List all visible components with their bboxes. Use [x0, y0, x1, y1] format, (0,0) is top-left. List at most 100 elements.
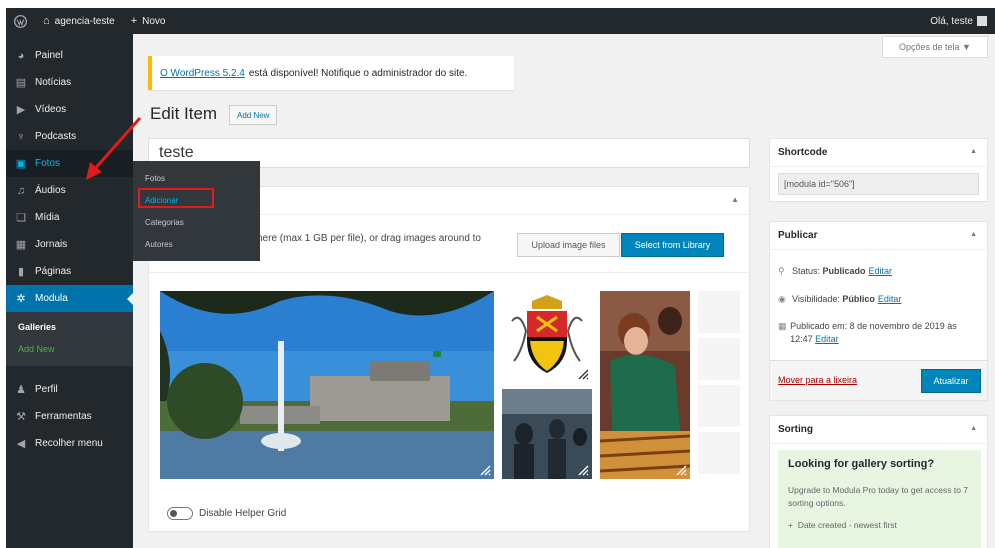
caret-up-icon[interactable]: ▲: [970, 148, 977, 155]
resize-handle-icon[interactable]: [675, 464, 687, 476]
caret-up-icon[interactable]: ▲: [970, 425, 977, 432]
sidebar-item-midia[interactable]: ❏ Mídia: [6, 204, 133, 231]
submenu-add-new[interactable]: Add New: [6, 338, 133, 360]
helper-grid-cell: [698, 291, 740, 333]
publish-metabox: Publicar ▲ ⚲ Status: Publicado Editar ◉ V…: [769, 221, 988, 401]
visibility-row: ◉ Visibilidade: Público Editar: [778, 294, 901, 305]
video-icon: ▶: [16, 104, 26, 116]
collapse-menu-button[interactable]: ◀ Recolher menu: [6, 430, 133, 457]
gallery-image-woman-painting[interactable]: [600, 291, 690, 479]
sidebar-item-modula[interactable]: ✲ Modula: [6, 285, 133, 312]
resize-handle-icon[interactable]: [577, 368, 589, 380]
edit-visibility-link[interactable]: Editar: [878, 294, 902, 304]
account-menu[interactable]: Olá, teste: [922, 8, 995, 34]
sidebar-item-label: Mídia: [35, 212, 60, 223]
collapse-icon: ◀: [16, 438, 26, 450]
sidebar-item-label: Perfil: [35, 384, 58, 395]
sorting-promo: Looking for gallery sorting? Upgrade to …: [778, 450, 981, 548]
publish-title: Publicar: [778, 230, 818, 241]
news-icon: ▤: [15, 77, 27, 89]
site-name-label: agencia-teste: [54, 15, 115, 27]
promo-list-item-label: Date created - newest first: [797, 520, 897, 530]
gallery-image-coat-of-arms[interactable]: [502, 291, 592, 383]
helper-grid-label: Disable Helper Grid: [199, 508, 287, 519]
home-icon: ⌂: [43, 15, 50, 27]
sidebar-item-noticias[interactable]: ▤ Notícias: [6, 69, 133, 96]
move-to-trash-link[interactable]: Mover para a lixeira: [778, 375, 857, 385]
screen-options-button[interactable]: Opções de tela ▼: [882, 36, 988, 58]
visibility-label: Visibilidade:: [792, 294, 840, 304]
greeting-label: Olá, teste: [930, 15, 973, 27]
sidebar-item-paginas[interactable]: ▮ Páginas: [6, 258, 133, 285]
newspaper-icon: ▦: [15, 239, 27, 251]
sidebar-item-painel[interactable]: ◕ Painel: [6, 42, 133, 69]
sidebar-item-label: Podcasts: [35, 131, 77, 142]
gear-icon: ✲: [16, 293, 26, 305]
flyout-item-categorias[interactable]: Categorias: [133, 211, 260, 233]
wordpress-logo-icon[interactable]: [6, 8, 35, 34]
flyout-item-autores[interactable]: Autores: [133, 233, 260, 255]
wordpress-update-link[interactable]: O WordPress 5.2.4: [160, 68, 245, 79]
sorting-metabox: Sorting ▲ Looking for gallery sorting? Up…: [769, 415, 988, 548]
update-button[interactable]: Atualizar: [921, 369, 981, 393]
shortcode-field[interactable]: [modula id="506"]: [778, 173, 979, 195]
status-label: Status:: [792, 266, 821, 276]
music-icon: ♫: [16, 184, 26, 197]
sidebar-item-label: Recolher menu: [35, 438, 103, 449]
helper-grid-cell: [698, 338, 740, 380]
fotos-flyout-menu: Fotos Adicionar Categorias Autores: [133, 161, 260, 261]
edit-date-link[interactable]: Editar: [815, 334, 839, 344]
status-row: ⚲ Status: Publicado Editar: [778, 266, 892, 277]
avatar: [977, 16, 987, 26]
helper-grid-toggle-row: Disable Helper Grid: [167, 507, 286, 520]
site-name-link[interactable]: ⌂ agencia-teste: [35, 8, 123, 34]
sorting-title: Sorting: [778, 424, 813, 435]
plus-icon: +: [130, 15, 138, 27]
helper-grid-cell: [698, 385, 740, 427]
sidebar-item-label: Painel: [35, 50, 63, 61]
visibility-value: Público: [842, 294, 875, 304]
red-arrow-annotation: [86, 117, 142, 180]
pin-icon: ⚲: [778, 266, 785, 276]
gallery-image-people-dark[interactable]: [502, 389, 592, 479]
submenu-galleries[interactable]: Galleries: [6, 316, 133, 338]
caret-up-icon[interactable]: ▲: [731, 195, 739, 204]
eye-icon: ◉: [778, 294, 786, 304]
page-title: Edit Item: [150, 104, 218, 123]
modula-submenu: Galleries Add New: [6, 312, 133, 366]
helper-grid-cell: [698, 432, 740, 474]
resize-handle-icon[interactable]: [577, 464, 589, 476]
sidebar-item-perfil[interactable]: ♟ Perfil: [6, 376, 133, 403]
published-date-text: Publicado em: 8 de novembro de 2019 às 1…: [790, 320, 978, 346]
new-content-label: Novo: [142, 15, 166, 27]
gallery-image-fountain[interactable]: [160, 291, 494, 479]
wrench-icon: ⚒: [16, 411, 26, 423]
shortcode-title: Shortcode: [778, 147, 828, 158]
add-new-button[interactable]: Add New: [229, 105, 278, 125]
media-icon: ❏: [16, 212, 26, 224]
promo-text: Upgrade to Modula Pro today to get acces…: [788, 485, 969, 508]
shortcode-metabox: Shortcode ▲ [modula id="506"]: [769, 138, 988, 202]
calendar-icon: ▦: [778, 321, 787, 331]
select-from-library-button[interactable]: Select from Library: [621, 233, 724, 257]
sidebar-item-jornais[interactable]: ▦ Jornais: [6, 231, 133, 258]
flyout-item-fotos[interactable]: Fotos: [133, 167, 260, 189]
sidebar-item-ferramentas[interactable]: ⚒ Ferramentas: [6, 403, 133, 430]
notice-text: está disponível! Notifique o administrad…: [248, 67, 468, 79]
upload-image-files-button[interactable]: Upload image files: [517, 233, 620, 257]
sidebar-item-label: Áudios: [35, 185, 66, 196]
update-notice: O WordPress 5.2.4 está disponível! Notif…: [148, 56, 514, 90]
photo-icon: ▣: [15, 158, 27, 170]
upload-instructions: here (max 1 GB per file), or drag images…: [257, 233, 481, 244]
edit-status-link[interactable]: Editar: [869, 266, 893, 276]
new-content-link[interactable]: + Novo: [123, 8, 174, 34]
highlight-box: [138, 188, 214, 208]
published-date-row: ▦ Publicado em: 8 de novembro de 2019 às…: [778, 320, 978, 346]
sidebar-item-label: Páginas: [35, 266, 72, 277]
user-icon: ♟: [16, 384, 26, 396]
pages-icon: ▮: [17, 266, 25, 278]
resize-handle-icon[interactable]: [479, 464, 491, 476]
caret-up-icon[interactable]: ▲: [970, 231, 977, 238]
helper-grid-toggle[interactable]: [167, 507, 193, 520]
microphone-icon: ♆: [16, 130, 26, 143]
